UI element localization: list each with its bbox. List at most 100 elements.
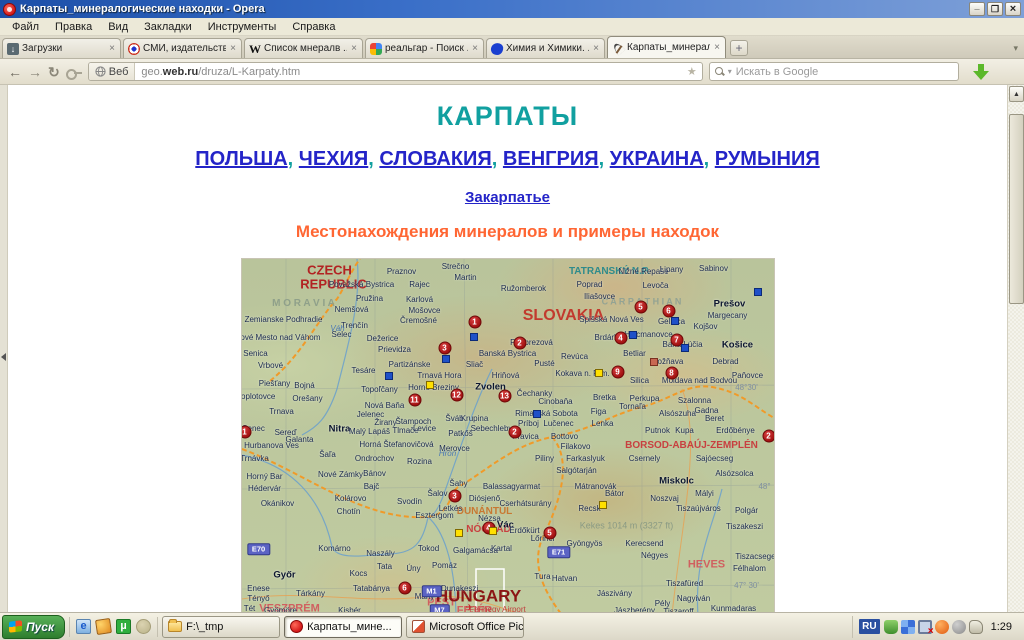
- map-city-label: Tata: [377, 563, 392, 571]
- map-blue-square-marker: [681, 344, 689, 352]
- restore-button[interactable]: [987, 2, 1003, 16]
- back-button[interactable]: ←: [8, 63, 22, 81]
- map-road-badge-e71: E71: [547, 546, 570, 558]
- key-icon[interactable]: [66, 68, 82, 76]
- map-city-label: Salgótarján: [556, 467, 596, 475]
- picman-icon: [412, 620, 425, 633]
- tab-close-icon[interactable]: ×: [471, 43, 479, 54]
- map-city-label: Mályi: [695, 490, 714, 498]
- country-link-2[interactable]: ЧЕХИЯ: [299, 148, 368, 170]
- menu-item-правка[interactable]: Правка: [47, 20, 100, 34]
- map-blue-square-marker: [442, 355, 450, 363]
- map-city-label: Figa: [591, 408, 607, 416]
- scrollbar-thumb[interactable]: [1009, 114, 1024, 304]
- map-city-label: Tiszakeszi: [726, 523, 763, 531]
- map-locality-marker-6: 6: [662, 305, 675, 318]
- address-bar[interactable]: Веб geo.web.ru/druza/L-Karpaty.htm ★: [88, 62, 703, 81]
- country-link-5[interactable]: УКРАИНА: [610, 148, 704, 170]
- url-text[interactable]: geo.web.ru/druza/L-Karpaty.htm: [135, 66, 681, 78]
- country-link-4[interactable]: ВЕНГРИЯ: [503, 148, 599, 170]
- tray-net-icon[interactable]: [901, 620, 915, 634]
- new-tab-button[interactable]: +: [730, 40, 748, 56]
- map-city-label: Tokod: [418, 545, 439, 553]
- map-city-label: Piešťany: [259, 380, 290, 388]
- map-city-label: Bátor: [605, 490, 624, 498]
- search-engine-chevron-icon[interactable]: ▾: [728, 67, 732, 76]
- task-button[interactable]: Microsoft Office Pic...: [406, 616, 524, 638]
- menu-item-файл[interactable]: Файл: [4, 20, 47, 34]
- tab-close-icon[interactable]: ×: [108, 43, 116, 54]
- country-link-1[interactable]: ПОЛЬША: [195, 148, 287, 170]
- tray-shield-icon[interactable]: [884, 620, 898, 634]
- menu-item-справка[interactable]: Справка: [284, 20, 343, 34]
- quick-launch-mu-icon[interactable]: [116, 619, 131, 634]
- map-locality-marker-1: 1: [468, 316, 481, 329]
- language-indicator[interactable]: RU: [859, 619, 879, 634]
- map-city-label: Košice: [722, 340, 753, 350]
- reload-button[interactable]: ↻: [48, 63, 60, 81]
- tray-orange-icon[interactable]: [935, 620, 949, 634]
- tray-display-icon[interactable]: [918, 620, 932, 634]
- map-city-label: Úny: [406, 565, 420, 573]
- menu-item-закладки[interactable]: Закладки: [136, 20, 200, 34]
- search-field[interactable]: ▾ Искать в Google: [709, 62, 959, 81]
- tray-mouse-icon[interactable]: [969, 620, 983, 634]
- forward-button[interactable]: →: [28, 63, 42, 81]
- map-annotation: 48°: [758, 483, 770, 491]
- task-button[interactable]: F:\_tmp: [162, 616, 280, 638]
- map-city-label: Šahy: [449, 480, 467, 488]
- map-locality-marker-4: 4: [614, 332, 627, 345]
- map-yellow-square-marker: [426, 381, 434, 389]
- map-city-label: Karlová: [406, 296, 433, 304]
- map-annotation: 47° 30': [734, 582, 759, 590]
- map-locality-marker-6: 6: [398, 582, 411, 595]
- tab-close-icon[interactable]: ×: [713, 42, 721, 53]
- country-link-3[interactable]: СЛОВАКИЯ: [379, 148, 491, 170]
- map-city-label: Naszály: [366, 550, 394, 558]
- map-city-label: Tényő: [247, 595, 269, 603]
- tab-list-chevron-icon[interactable]: ▾: [1013, 43, 1022, 54]
- download-arrow-button[interactable]: [973, 64, 989, 80]
- tab[interactable]: Список мнералв ...×: [244, 38, 363, 58]
- map-city-label: Levoča: [643, 282, 669, 290]
- tab-close-icon[interactable]: ×: [350, 43, 358, 54]
- tab[interactable]: Химия и Химики. ...×: [486, 38, 605, 58]
- start-button[interactable]: Пуск: [2, 615, 65, 639]
- minimize-button[interactable]: [969, 2, 985, 16]
- tab[interactable]: Карпаты_минерал...×: [607, 36, 726, 58]
- quick-launch-bar: [69, 617, 158, 637]
- panel-toggle-icon[interactable]: [1, 353, 6, 361]
- map-city-label: Tét: [244, 605, 256, 612]
- task-button-label: Microsoft Office Pic...: [429, 621, 524, 633]
- close-button[interactable]: [1005, 2, 1021, 16]
- globe-icon: [95, 66, 106, 77]
- page-subtitle: Местонахождения минералов и примеры нахо…: [8, 222, 1007, 242]
- country-link-6[interactable]: РУМЫНИЯ: [715, 148, 820, 170]
- quick-launch-ie-icon[interactable]: [76, 619, 91, 634]
- map-city-label: Sajóecseg: [696, 455, 733, 463]
- menu-item-вид[interactable]: Вид: [100, 20, 136, 34]
- tab-close-icon[interactable]: ×: [592, 43, 600, 54]
- quick-launch-paint-icon[interactable]: [95, 618, 112, 635]
- map-road-badge-m7: M7: [429, 604, 449, 612]
- web-badge[interactable]: Веб: [89, 63, 136, 80]
- tab[interactable]: СМИ, издательств...×: [123, 38, 242, 58]
- tab-close-icon[interactable]: ×: [229, 43, 237, 54]
- tab[interactable]: реальгар - Поиск ...×: [365, 38, 484, 58]
- task-button[interactable]: Карпаты_мине...: [284, 616, 402, 638]
- panel-splitter[interactable]: [0, 85, 8, 612]
- map-city-label: Nová Baňa: [365, 402, 405, 410]
- tab-label: Загрузки: [22, 43, 105, 54]
- map-city-label: Pomáz: [432, 562, 457, 570]
- tray-grey-icon[interactable]: [952, 620, 966, 634]
- windows-flag-icon: [9, 620, 22, 632]
- scroll-up-arrow-icon[interactable]: ▲: [1009, 86, 1024, 102]
- quick-launch-dim-icon[interactable]: [136, 619, 151, 634]
- tab[interactable]: Загрузки×: [2, 38, 121, 58]
- map-city-label: Kupa: [675, 427, 694, 435]
- menu-item-инструменты[interactable]: Инструменты: [200, 20, 285, 34]
- vertical-scrollbar[interactable]: ▲: [1007, 85, 1024, 612]
- zakarpattia-link[interactable]: Закарпатье: [465, 189, 550, 206]
- map-city-label: Nové Mesto nad Váhom: [241, 334, 321, 342]
- bookmark-star-icon[interactable]: ★: [682, 65, 702, 78]
